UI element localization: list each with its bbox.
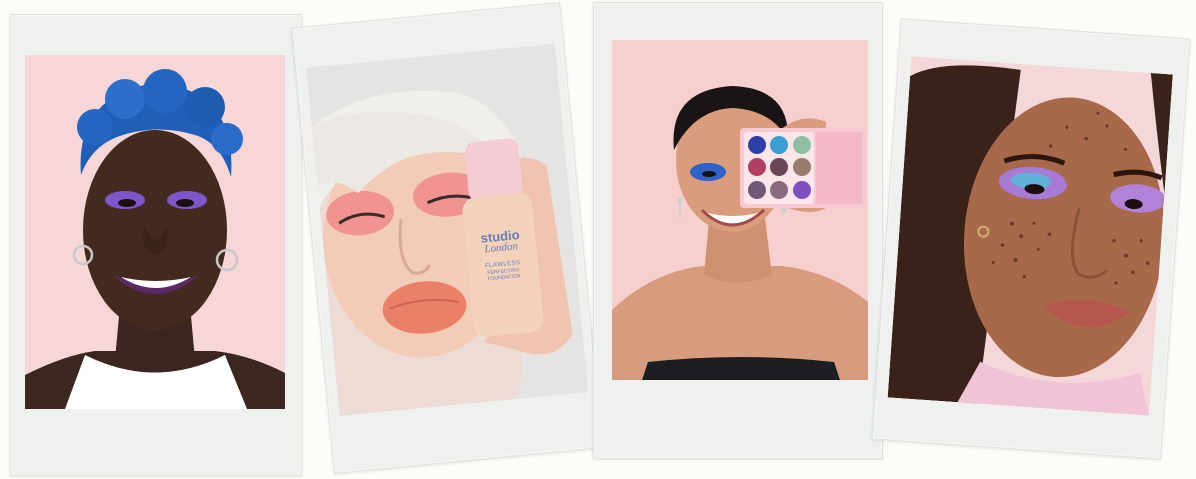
palette-swatch-6 (792, 158, 811, 177)
palette-swatch-3 (792, 136, 811, 154)
photo-1 (25, 55, 285, 409)
palette-swatch-2 (770, 136, 789, 154)
palette-swatch-1 (748, 136, 766, 154)
foundation-cap (464, 138, 523, 202)
photo-2: studio London FLAWLESS PERFECTING FOUNDA… (306, 43, 589, 417)
palette-swatch-5 (770, 158, 789, 177)
palette-swatch-8 (770, 180, 789, 199)
palette-swatches (748, 136, 812, 200)
photo-4 (887, 56, 1173, 416)
photo-3 (612, 40, 868, 380)
polaroid-frame-2: studio London FLAWLESS PERFECTING FOUNDA… (291, 2, 603, 474)
palette-swatch-4 (748, 158, 766, 177)
palette-swatch-7 (748, 180, 766, 199)
polaroid-frame-4 (871, 18, 1191, 460)
palette-swatch-9 (792, 180, 811, 199)
polaroid-frame-3 (593, 2, 883, 459)
foundation-label: studio London FLAWLESS PERFECTING FOUNDA… (465, 227, 540, 284)
polaroid-frame-1 (10, 14, 302, 476)
